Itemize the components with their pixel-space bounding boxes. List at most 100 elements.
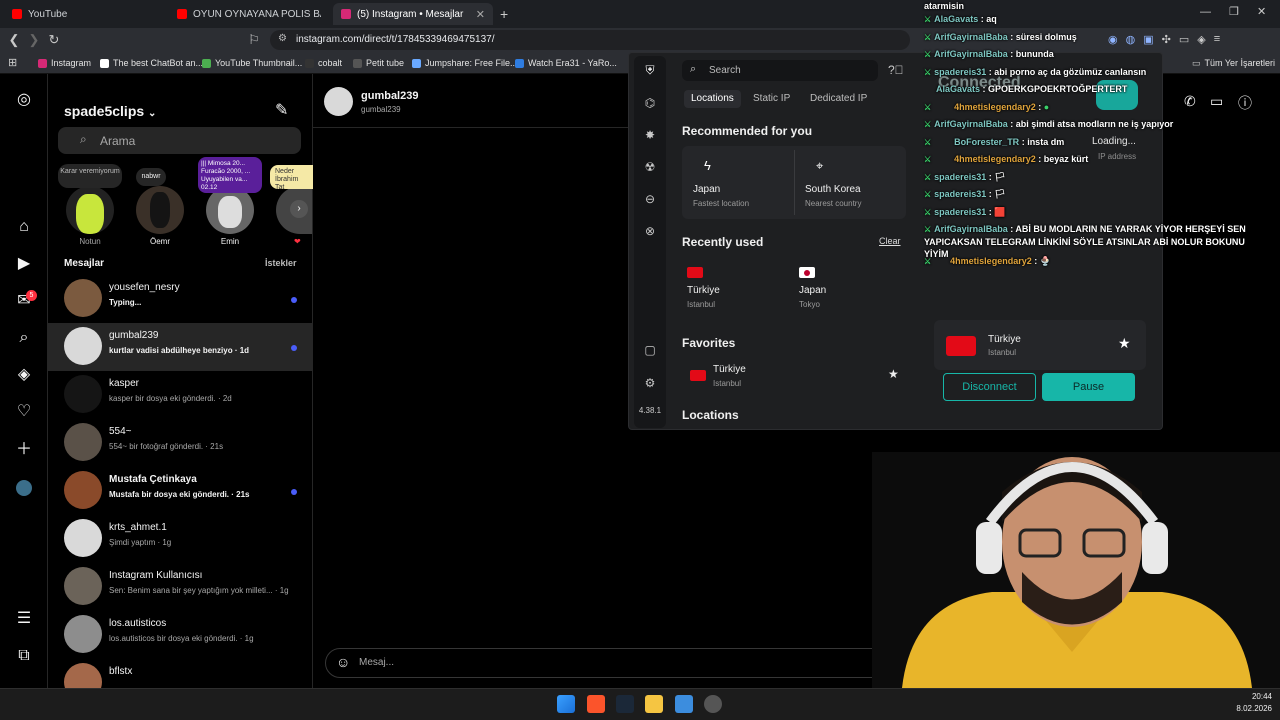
close-tab-icon[interactable]: ✕	[476, 8, 485, 21]
address-bar[interactable]: ⚙ instagram.com/direct/t/178453394694751…	[270, 30, 910, 50]
list-item[interactable]: bflstx	[48, 659, 313, 688]
instagram-icon	[341, 9, 351, 19]
more-menu-icon[interactable]: ☰	[14, 609, 34, 629]
site-info-icon[interactable]: ⚙	[278, 33, 287, 44]
obs-icon[interactable]	[704, 695, 722, 713]
recommended-japan[interactable]: ϟ Japan Fastest location	[682, 146, 794, 219]
back-icon[interactable]: ❮	[6, 32, 22, 48]
unread-dot	[291, 297, 297, 303]
youtube-icon	[12, 9, 22, 19]
thumbnail-icon	[202, 58, 211, 68]
tab-static-ip[interactable]: Static IP	[746, 90, 797, 108]
help-icon[interactable]: ?⃝	[888, 63, 904, 77]
note-avatar-notun[interactable]	[66, 186, 114, 234]
meta-apps-icon[interactable]: ⧉	[14, 646, 34, 666]
turkey-flag-icon	[946, 336, 976, 356]
sword-badge-icon: ⚔	[924, 190, 932, 199]
note-avatar-emin[interactable]	[206, 186, 254, 234]
search-input[interactable]: ⌕ Arama	[58, 127, 301, 154]
apps-grid-icon[interactable]: ⊞	[8, 56, 17, 69]
chat-title[interactable]: gumbal239	[361, 90, 418, 102]
bookmark-era31[interactable]: Watch Era31 - YaRo...	[515, 56, 617, 70]
list-item[interactable]: kasper kasper bir dosya eki gönderdi. · 2…	[48, 371, 313, 419]
store-icon[interactable]	[675, 695, 693, 713]
vpn-search-input[interactable]: ⌕ Search	[682, 60, 878, 81]
bookmark-petit-tube[interactable]: Petit tube	[353, 56, 404, 70]
chat-support-icon[interactable]: ▢	[640, 340, 660, 360]
star-icon[interactable]: ★	[888, 367, 899, 381]
list-item-selected[interactable]: gumbal239 kurtlar vadisi abdülheye benziy…	[48, 323, 313, 371]
clear-recent-button[interactable]: Clear	[879, 236, 901, 246]
profile-avatar[interactable]	[16, 480, 32, 496]
bookmark-thumbnail[interactable]: YouTube Thumbnail...	[202, 56, 302, 70]
disconnect-button[interactable]: Disconnect	[943, 373, 1036, 401]
instagram-logo-icon[interactable]: ◎	[14, 90, 34, 110]
file-explorer-icon[interactable]	[645, 695, 663, 713]
settings-gear-icon[interactable]: ⚙	[640, 373, 660, 393]
search-icon[interactable]: ⌕	[14, 328, 34, 348]
forward-icon[interactable]: ❯	[26, 32, 42, 48]
list-item[interactable]: krts_ahmet.1 Şimdi yaptım · 1g	[48, 515, 313, 563]
explore-icon[interactable]: ◈	[14, 365, 34, 385]
shield-icon[interactable]: ⛨	[640, 60, 660, 80]
chat-avatar[interactable]	[324, 87, 353, 116]
list-item[interactable]: 554~ 554~ bir fotoğraf gönderdi. · 21s	[48, 419, 313, 467]
tab-locations[interactable]: Locations	[684, 90, 741, 108]
current-location[interactable]: Türkiye Istanbul ★	[934, 320, 1146, 370]
account-switcher[interactable]: spade5clips ⌄	[64, 103, 156, 119]
bookmark-icon[interactable]: ⚐	[246, 32, 262, 48]
recent-turkiye[interactable]: Türkiye Istanbul	[682, 263, 782, 313]
tab-dedicated-ip[interactable]: Dedicated IP	[803, 90, 874, 108]
chat-message: ⚔ 4hmetislegendary2 : beyaz kürt	[924, 154, 1089, 164]
note-label: Notun	[79, 237, 101, 246]
list-item[interactable]: Instagram Kullanıcısı Sen: Benim sana bir…	[48, 563, 313, 611]
messages-heading: Mesajlar	[64, 258, 105, 269]
recent-japan[interactable]: Japan Tokyo	[794, 263, 894, 313]
tab-instagram[interactable]: (5) Instagram • Mesajlar ✕	[333, 3, 493, 25]
clock-date[interactable]: 8.02.2026	[1226, 704, 1272, 713]
notifications-heart-icon[interactable]: ♡	[14, 402, 34, 422]
bookmark-chatbot[interactable]: The best ChatBot an...	[100, 56, 203, 70]
tab-video[interactable]: OYUN OYNAYANA POLİS BASKINI	[169, 3, 329, 25]
recent-heading: Recently used	[682, 235, 764, 249]
create-icon[interactable]: ＋	[14, 440, 34, 460]
sword-badge-icon: ⚔	[924, 155, 932, 164]
block-icon[interactable]: ⊗	[640, 221, 660, 241]
note-avatar-oemr[interactable]	[136, 186, 184, 234]
bookmark-cobalt[interactable]: cobalt	[305, 56, 342, 70]
requests-link[interactable]: İstekler	[265, 258, 297, 268]
new-tab-button[interactable]: +	[500, 6, 508, 22]
message-input[interactable]: ☺ Mesaj...	[325, 648, 925, 678]
tab-youtube[interactable]: YouTube	[4, 3, 169, 25]
steam-icon[interactable]	[616, 695, 634, 713]
chat-message: ⚔ spadereis31 : 🟥	[924, 207, 1006, 217]
bug-icon[interactable]: ☢	[640, 157, 660, 177]
taskbar	[0, 688, 1280, 720]
clock-time[interactable]: 20:44	[1238, 692, 1272, 701]
home-icon[interactable]: ⌂	[14, 217, 34, 237]
bookmark-jumpshare[interactable]: Jumpshare: Free File...	[412, 56, 518, 70]
list-item[interactable]: los.autisticos los.autisticos bir dosya e…	[48, 611, 313, 659]
threat-icon[interactable]: ✸	[640, 125, 660, 145]
recommended-south-korea[interactable]: ⌖ South Korea Nearest country	[794, 146, 906, 219]
notes-next-icon[interactable]: ›	[290, 200, 308, 218]
chat-message: ⚔ spadereis31 : 🏳	[924, 189, 1006, 199]
reels-icon[interactable]: ▶	[14, 254, 34, 274]
emoji-icon[interactable]: ☺	[336, 654, 350, 670]
pause-button[interactable]: Pause	[1042, 373, 1135, 401]
new-message-icon[interactable]: ✎	[275, 100, 288, 120]
tracker-icon[interactable]: ⌬	[640, 93, 660, 113]
bookmark-instagram[interactable]: Instagram	[38, 56, 91, 70]
list-item[interactable]: Mustafa Çetinkaya Mustafa bir dosya eki g…	[48, 467, 313, 515]
search-icon: ⌕	[690, 63, 697, 75]
reload-icon[interactable]: ↻	[46, 32, 62, 48]
heart-icon: ❤	[294, 237, 301, 246]
brave-browser-icon[interactable]	[587, 695, 605, 713]
star-icon[interactable]: ★	[1118, 335, 1131, 352]
windows-start-icon[interactable]	[557, 695, 575, 713]
list-item[interactable]: yousefen_nesry Typing...	[48, 275, 313, 323]
avatar	[64, 279, 102, 317]
chat-message: ⚔ spadereis31 : 🏳	[924, 172, 1006, 182]
favorite-turkiye[interactable]: Türkiye Istanbul ★	[682, 360, 906, 392]
zoom-out-icon[interactable]: ⊖	[640, 189, 660, 209]
